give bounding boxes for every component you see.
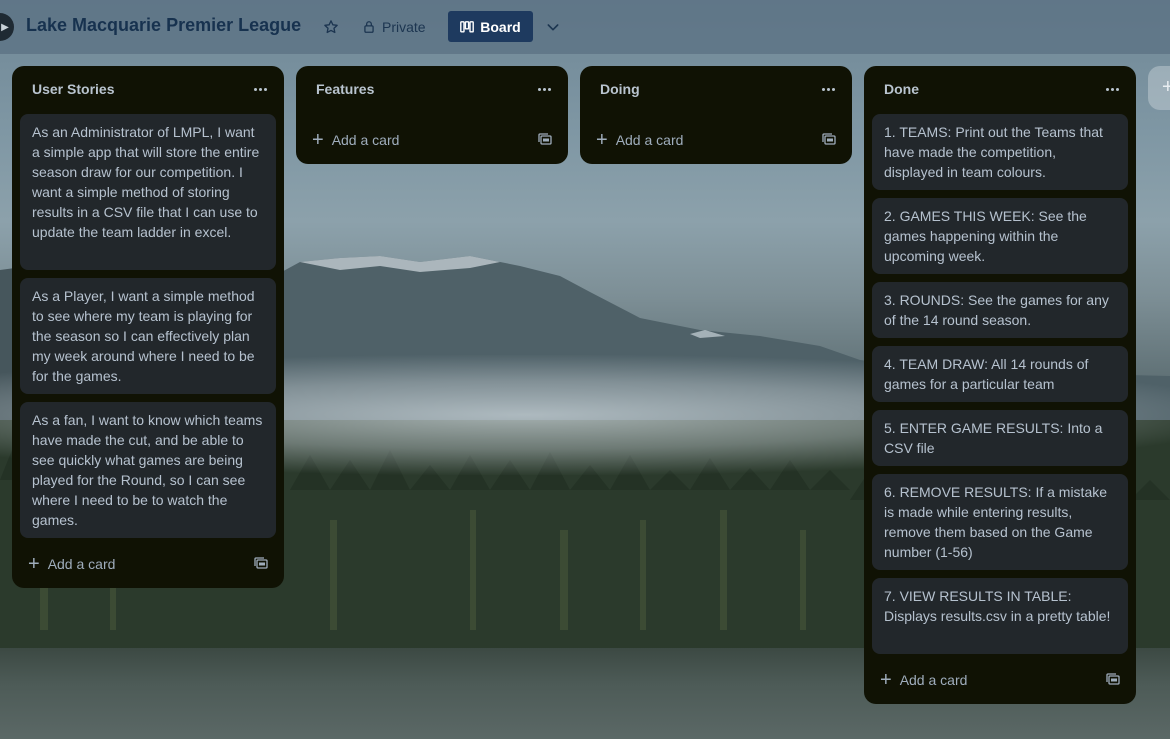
- list-title[interactable]: Doing: [600, 81, 640, 97]
- list-menu-button[interactable]: [1102, 80, 1122, 98]
- views-menu-button[interactable]: [540, 14, 566, 40]
- list-title[interactable]: User Stories: [32, 81, 114, 97]
- chevron-down-icon: [547, 24, 559, 31]
- visibility-label: Private: [382, 19, 426, 35]
- card[interactable]: 4. TEAM DRAW: All 14 rounds of games for…: [872, 346, 1128, 402]
- star-icon: [324, 20, 338, 34]
- card[interactable]: As an Administrator of LMPL, I want a si…: [20, 114, 276, 270]
- card[interactable]: 5. ENTER GAME RESULTS: Into a CSV file: [872, 410, 1128, 466]
- add-card-button[interactable]: + Add a card: [312, 128, 399, 152]
- add-list-button[interactable]: +: [1148, 66, 1170, 110]
- card[interactable]: 7. VIEW RESULTS IN TABLE: Displays resul…: [872, 578, 1128, 654]
- more-horizontal-icon: [537, 87, 541, 91]
- more-horizontal-icon: [821, 87, 825, 91]
- add-card-button[interactable]: + Add a card: [596, 128, 683, 152]
- list-done: Done 1. TEAMS: Print out the Teams that …: [864, 66, 1136, 704]
- board-view-icon: [460, 20, 475, 33]
- board-menu-avatar[interactable]: ▶: [0, 13, 14, 41]
- plus-icon: +: [880, 669, 892, 691]
- list-menu-button[interactable]: [818, 80, 838, 98]
- add-card-button[interactable]: + Add a card: [880, 668, 967, 692]
- board-view-button[interactable]: Board: [448, 11, 533, 42]
- card[interactable]: 6. REMOVE RESULTS: If a mistake is made …: [872, 474, 1128, 570]
- list-title[interactable]: Done: [884, 81, 919, 97]
- board-view-label: Board: [480, 18, 521, 35]
- lock-icon: [364, 21, 374, 33]
- more-horizontal-icon: [1105, 87, 1109, 91]
- list-user-stories: User Stories As an Administrator of LMPL…: [12, 66, 284, 588]
- list-features: Features + Add a card: [296, 66, 568, 164]
- chevron-right-icon: ▶: [1, 21, 9, 33]
- board-header: ▶ Lake Macquarie Premier League Private …: [0, 0, 1170, 54]
- board-title[interactable]: Lake Macquarie Premier League: [26, 15, 301, 36]
- list-menu-button[interactable]: [250, 80, 270, 98]
- card[interactable]: 2. GAMES THIS WEEK: See the games happen…: [872, 198, 1128, 274]
- card[interactable]: 1. TEAMS: Print out the Teams that have …: [872, 114, 1128, 190]
- add-card-label: Add a card: [615, 132, 684, 148]
- plus-icon: +: [312, 129, 324, 151]
- card-template-icon[interactable]: [822, 133, 836, 147]
- add-card-label: Add a card: [899, 672, 968, 688]
- add-card-label: Add a card: [47, 556, 116, 572]
- card-template-icon[interactable]: [254, 557, 268, 571]
- plus-icon: +: [28, 553, 40, 575]
- add-card-label: Add a card: [331, 132, 400, 148]
- more-horizontal-icon: [253, 87, 257, 91]
- card[interactable]: 3. ROUNDS: See the games for any of the …: [872, 282, 1128, 338]
- list-doing: Doing + Add a card: [580, 66, 852, 164]
- card-template-icon[interactable]: [1106, 673, 1120, 687]
- visibility-button[interactable]: Private: [356, 12, 432, 42]
- plus-icon: +: [596, 129, 608, 151]
- list-menu-button[interactable]: [534, 80, 554, 98]
- plus-icon: +: [1162, 76, 1170, 98]
- list-title[interactable]: Features: [316, 81, 374, 97]
- card-template-icon[interactable]: [538, 133, 552, 147]
- star-board-button[interactable]: [318, 14, 344, 40]
- card[interactable]: As a Player, I want a simple method to s…: [20, 278, 276, 394]
- add-card-button[interactable]: + Add a card: [28, 552, 115, 576]
- card[interactable]: As a fan, I want to know which teams hav…: [20, 402, 276, 538]
